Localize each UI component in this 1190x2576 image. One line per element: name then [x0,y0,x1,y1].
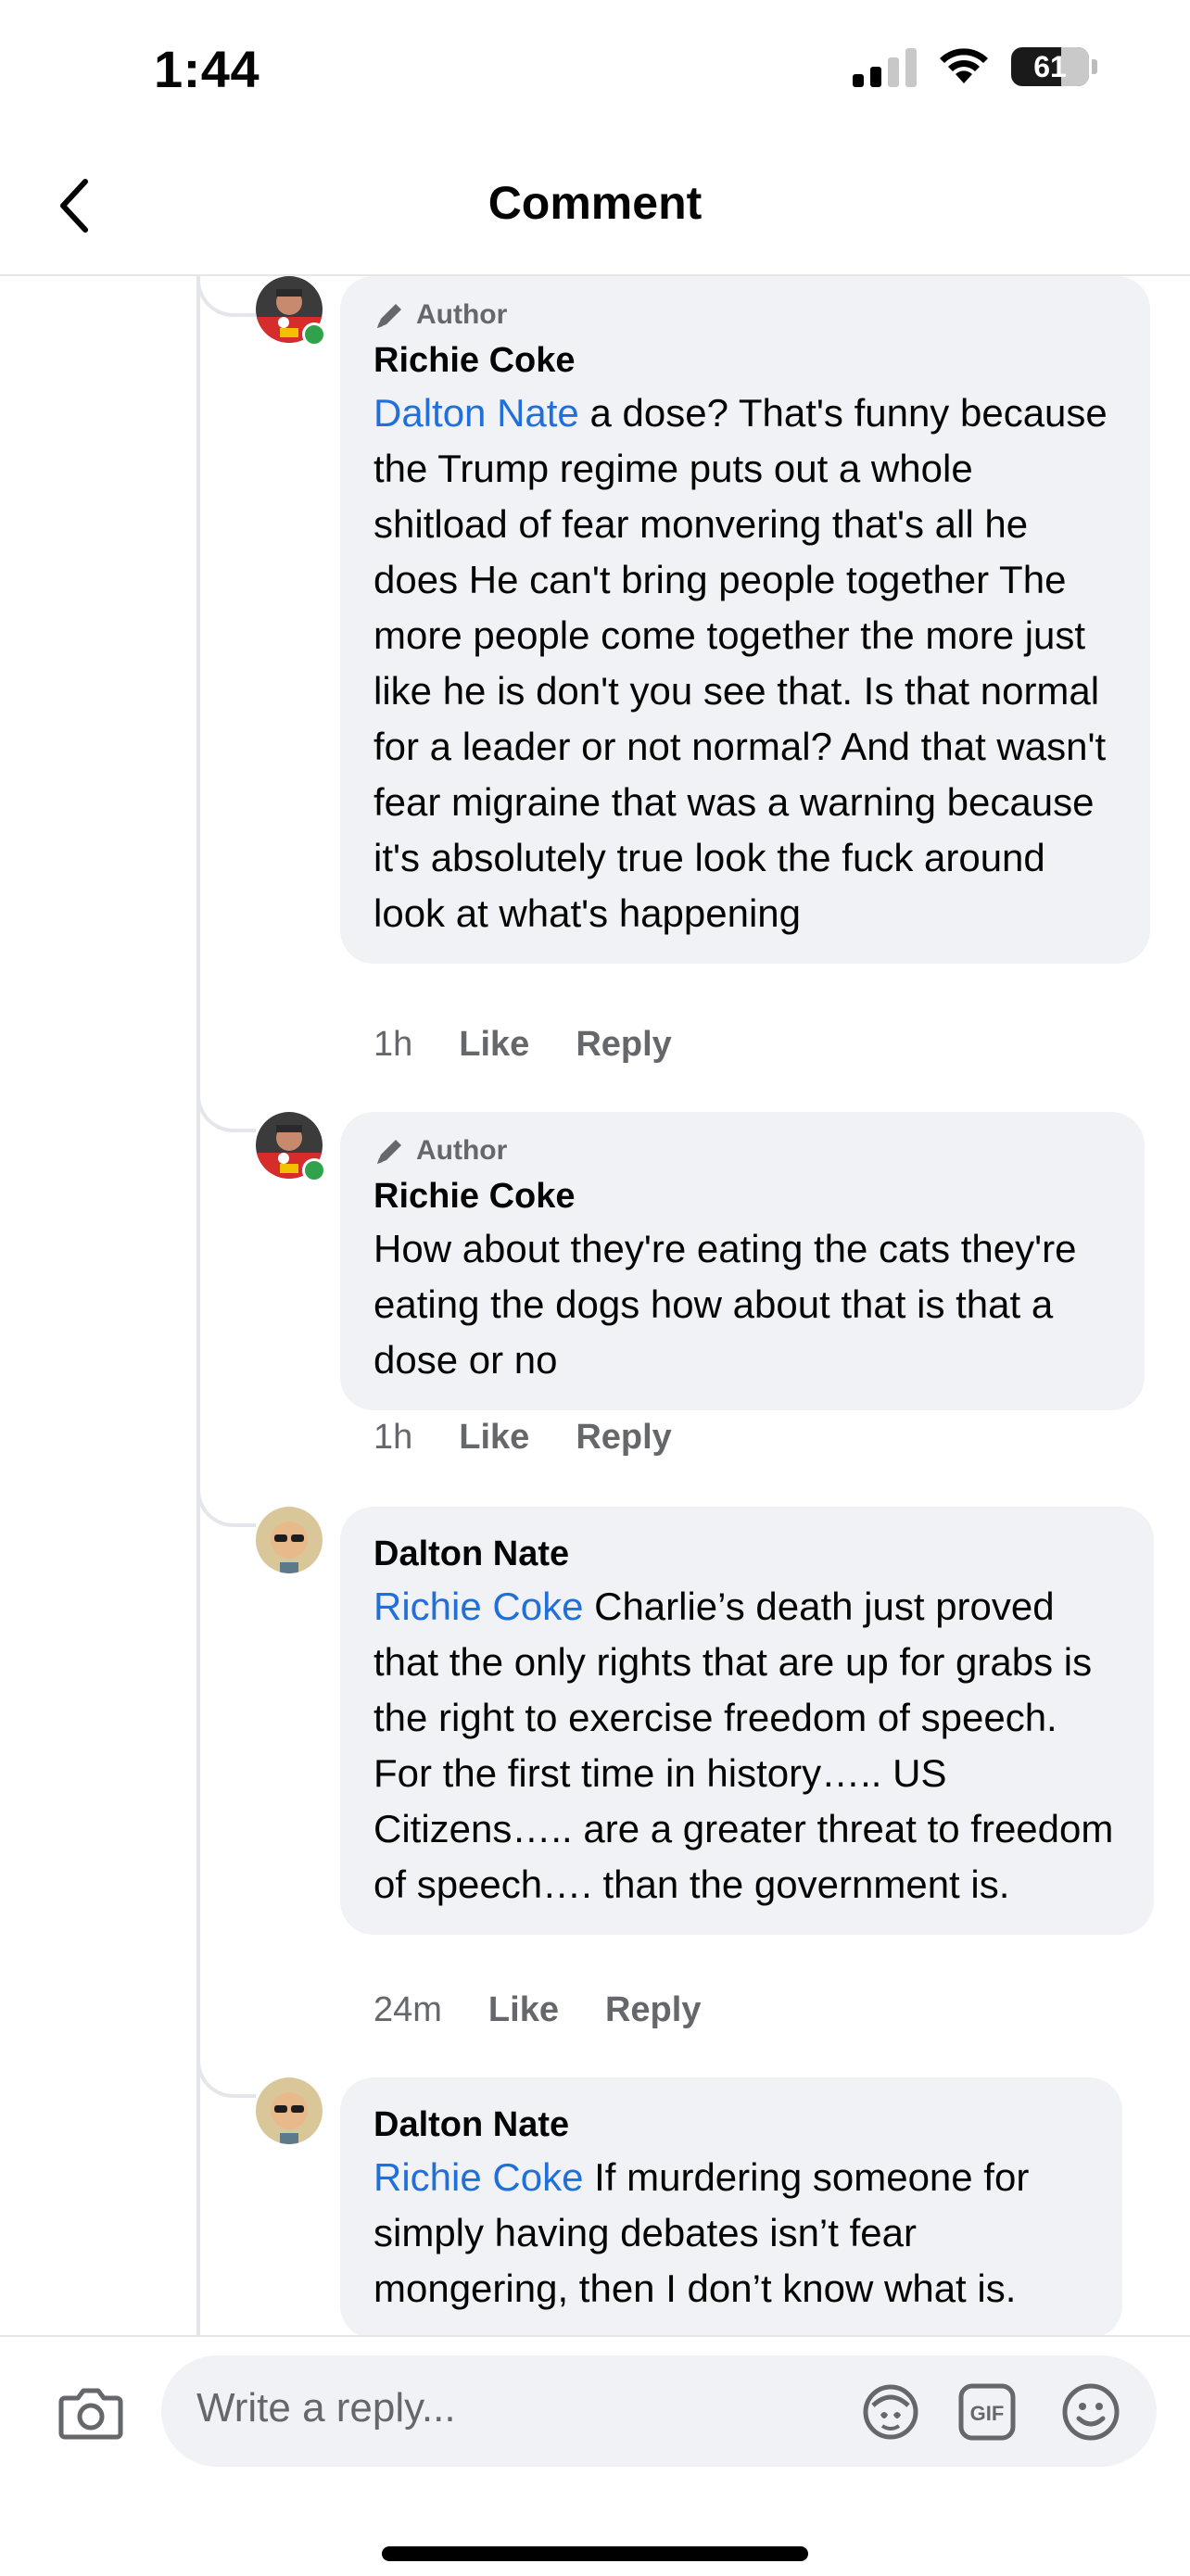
battery-level: 61 [1033,49,1067,83]
cellular-signal-icon [853,46,917,87]
mention-link[interactable]: Dalton Nate [373,391,579,435]
online-status-dot [302,322,326,347]
avatar-sticker-icon [863,2384,918,2440]
thread-line [196,276,200,2335]
comment-timestamp: 1h [373,1418,413,1457]
comment-timestamp: 24m [373,1990,442,2029]
camera-icon [58,2388,123,2440]
comment-actions: 1h Like Reply [373,1025,672,1065]
comment-author[interactable]: Dalton Nate [373,1531,1120,1577]
like-button[interactable]: Like [488,1990,559,2030]
comment-author[interactable]: Richie Coke [373,1173,1111,1219]
like-button[interactable]: Like [459,1025,529,1065]
reply-button[interactable]: Reply [605,1990,701,2030]
comment-actions: 1h Like Reply [373,1418,672,1458]
camera-button[interactable] [56,2378,126,2448]
thread-connector [196,1092,256,1132]
mention-link[interactable]: Richie Coke [373,2155,583,2199]
comment-text: Dalton Nate a dose? That's funny because… [373,385,1117,941]
thread-connector [196,1486,256,1527]
status-time: 1:44 [154,40,260,98]
thread-connector [196,276,256,317]
comment-bubble[interactable]: Author Richie Coke How about they're eat… [340,1112,1145,1410]
avatar-sticker-button[interactable] [860,2381,921,2443]
svg-text:GIF: GIF [970,2402,1005,2425]
like-button[interactable]: Like [459,1418,529,1458]
author-badge-label: Author [416,1135,508,1166]
comment-text: Richie Coke If murdering someone for sim… [373,2150,1089,2317]
comment-author[interactable]: Dalton Nate [373,2102,1089,2148]
avatar[interactable] [256,1112,326,1182]
gif-icon: GIF [958,2383,1016,2441]
status-bar: 1:44 61 [0,0,1190,139]
comment-bubble[interactable]: Dalton Nate Richie Coke If murdering som… [340,2077,1122,2335]
comment-timestamp: 1h [373,1025,413,1064]
reply-composer: Write a reply... GIF [0,2335,1190,2576]
comment-bubble[interactable]: Dalton Nate Richie Coke Charlie’s death … [340,1507,1154,1935]
gif-button[interactable]: GIF [956,2381,1018,2443]
nav-header: Comment [0,139,1190,276]
reply-placeholder: Write a reply... [196,2385,456,2431]
online-status-dot [302,1158,326,1182]
pencil-icon [377,304,401,328]
pencil-icon [377,1140,401,1164]
comment-bubble[interactable]: Author Richie Coke Dalton Nate a dose? T… [340,276,1150,964]
home-indicator[interactable] [382,2546,808,2561]
status-icons: 61 [853,46,1097,87]
thread-connector [196,2057,256,2098]
avatar[interactable] [256,276,326,347]
reply-input[interactable]: Write a reply... GIF [161,2355,1157,2467]
reply-button[interactable]: Reply [576,1025,671,1065]
emoji-button[interactable] [1060,2381,1121,2443]
author-badge: Author [373,297,1117,334]
comment-body: a dose? That's funny because the Trump r… [373,391,1108,935]
author-badge-label: Author [416,299,508,330]
comment-text: How about they're eating the cats they'r… [373,1221,1111,1388]
mention-link[interactable]: Richie Coke [373,1585,583,1628]
wifi-icon [940,48,988,83]
reply-button[interactable]: Reply [576,1418,671,1458]
comment-actions: 24m Like Reply [373,1990,701,2030]
comment-author[interactable]: Richie Coke [373,337,1117,384]
avatar[interactable] [256,1507,323,1573]
comment-body: Charlie’s death just proved that the onl… [373,1585,1114,1906]
comment-text: Richie Coke Charlie’s death just proved … [373,1579,1120,1913]
author-badge: Author [373,1132,1111,1169]
emoji-icon [1062,2383,1120,2441]
battery-icon: 61 [1011,47,1089,86]
comment-body: How about they're eating the cats they'r… [373,1227,1077,1382]
page-title: Comment [487,177,703,229]
comment-thread[interactable]: Author Richie Coke Dalton Nate a dose? T… [0,276,1190,2335]
avatar[interactable] [256,2077,323,2144]
